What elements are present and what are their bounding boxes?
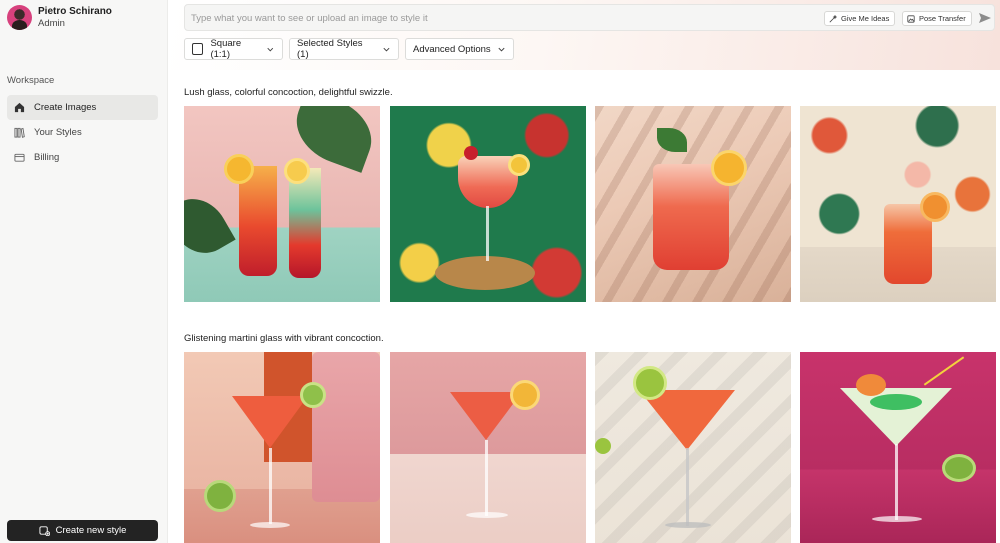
square-icon (192, 43, 204, 55)
home-icon (13, 102, 25, 114)
generated-image[interactable] (595, 352, 791, 543)
workspace-heading: Workspace (7, 75, 55, 86)
advanced-options-select[interactable]: Advanced Options (405, 38, 514, 60)
sidebar-nav: Create Images Your Styles Billing (7, 95, 158, 170)
chevron-down-icon (498, 47, 505, 52)
chevron-down-icon (383, 47, 390, 52)
selected-styles-label: Selected Styles (1) (297, 38, 363, 60)
sidebar-item-your-styles[interactable]: Your Styles (7, 120, 158, 145)
generated-image[interactable] (595, 106, 791, 302)
generated-image[interactable] (800, 106, 996, 302)
advanced-options-label: Advanced Options (413, 43, 491, 55)
sidebar: Pietro Schirano Admin Workspace Create I… (0, 0, 168, 543)
generated-image[interactable] (184, 352, 380, 543)
sidebar-item-label: Create Images (34, 102, 97, 113)
section-title: Glistening martini glass with vibrant co… (184, 333, 384, 344)
create-new-style-button[interactable]: Create new style (7, 520, 158, 541)
pose-transfer-label: Pose Transfer (919, 14, 966, 23)
generated-image[interactable] (184, 106, 380, 302)
user-name: Pietro Schirano (38, 6, 112, 17)
section-title: Lush glass, colorful concoction, delight… (184, 87, 393, 98)
aspect-ratio-label: Square (1:1) (210, 38, 242, 60)
generated-image[interactable] (390, 106, 586, 302)
pose-transfer-button[interactable]: Pose Transfer (902, 11, 972, 26)
send-icon[interactable] (978, 11, 992, 25)
create-new-style-label: Create new style (55, 525, 127, 536)
image-icon (907, 14, 915, 23)
generated-image[interactable] (800, 352, 996, 543)
prompt-input[interactable]: Type what you want to see or upload an i… (184, 4, 995, 31)
give-me-ideas-button[interactable]: Give Me Ideas (824, 11, 896, 26)
credit-card-icon (13, 152, 25, 164)
sidebar-item-billing[interactable]: Billing (7, 145, 158, 170)
sidebar-item-label: Billing (34, 152, 60, 163)
selected-styles-select[interactable]: Selected Styles (1) (289, 38, 399, 60)
user-profile[interactable]: Pietro Schirano Admin (7, 5, 112, 30)
aspect-ratio-select[interactable]: Square (1:1) (184, 38, 283, 60)
magic-wand-icon (829, 14, 837, 22)
give-me-ideas-label: Give Me Ideas (841, 14, 890, 23)
prompt-placeholder: Type what you want to see or upload an i… (191, 13, 428, 24)
sidebar-item-create-images[interactable]: Create Images (7, 95, 158, 120)
generated-image[interactable] (390, 352, 586, 543)
chevron-down-icon (267, 47, 274, 51)
avatar (7, 5, 32, 30)
library-icon (13, 127, 25, 139)
palette-plus-icon (39, 526, 50, 536)
sidebar-item-label: Your Styles (34, 127, 82, 138)
user-role: Admin (38, 18, 65, 29)
